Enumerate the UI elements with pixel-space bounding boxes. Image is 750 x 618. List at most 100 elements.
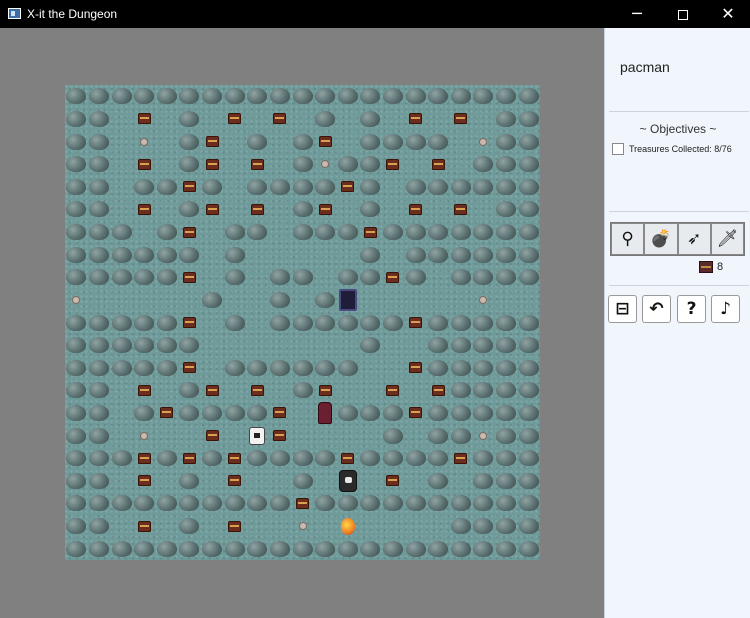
- bow-icon[interactable]: ➶: [677, 223, 711, 255]
- boulder: [518, 450, 539, 467]
- boulder: [360, 404, 381, 421]
- boulder: [428, 133, 449, 150]
- help-button[interactable]: ?: [677, 295, 706, 323]
- treasure-chest: [205, 158, 219, 170]
- boulder: [518, 201, 539, 218]
- boulder: [315, 359, 336, 376]
- key-icon[interactable]: ⚲: [611, 223, 645, 255]
- treasure-chest: [205, 384, 219, 396]
- objectives-title: ~ Objectives ~: [639, 122, 717, 136]
- boulder: [405, 246, 426, 263]
- boulder: [66, 359, 87, 376]
- boulder: [496, 359, 517, 376]
- player-hero: [340, 517, 355, 535]
- boulder: [247, 224, 268, 241]
- boulder: [496, 156, 517, 173]
- boulder: [337, 224, 358, 241]
- boulder: [360, 246, 381, 263]
- treasure-chest: [409, 203, 423, 215]
- maximize-button[interactable]: [660, 0, 706, 28]
- boulder: [66, 382, 87, 399]
- boulder: [315, 450, 336, 467]
- treasure-chest: [160, 407, 174, 419]
- treasure-chest: [228, 452, 242, 464]
- boulder: [405, 133, 426, 150]
- boulder: [269, 540, 290, 557]
- boulder: [156, 246, 177, 263]
- boulder: [111, 314, 132, 331]
- treasure-chest: [250, 203, 264, 215]
- boulder: [518, 269, 539, 286]
- boulder: [428, 450, 449, 467]
- boulder: [247, 88, 268, 105]
- treasure-chest: [137, 158, 151, 170]
- boulder: [518, 178, 539, 195]
- boulder: [473, 382, 494, 399]
- boulder: [360, 540, 381, 557]
- treasure-chest: [318, 384, 332, 396]
- boulder: [88, 156, 109, 173]
- boulder: [405, 224, 426, 241]
- boulder: [473, 156, 494, 173]
- boulder: [473, 518, 494, 535]
- objective-checkbox[interactable]: [612, 143, 624, 155]
- treasure-chest: [341, 181, 355, 193]
- boulder: [66, 495, 87, 512]
- boulder: [66, 404, 87, 421]
- boulder: [315, 314, 336, 331]
- maximize-icon: [678, 9, 688, 20]
- boulder: [382, 404, 403, 421]
- divider: [609, 111, 749, 112]
- sword-icon[interactable]: 🗡: [710, 223, 744, 255]
- undo-button[interactable]: ↶: [642, 295, 671, 323]
- boulder: [134, 178, 155, 195]
- boulder: [428, 540, 449, 557]
- boulder: [496, 382, 517, 399]
- treasure-chest: [409, 317, 423, 328]
- boulder: [88, 246, 109, 263]
- music-button[interactable]: ♪: [711, 295, 740, 323]
- boulder: [179, 404, 200, 421]
- boulder: [337, 359, 358, 376]
- boulder: [496, 450, 517, 467]
- exit-door: [338, 288, 357, 311]
- boulder: [428, 495, 449, 512]
- boulder: [337, 495, 358, 512]
- boulder: [473, 495, 494, 512]
- dungeon-board[interactable]: [65, 85, 540, 560]
- boulder: [88, 337, 109, 354]
- boulder: [224, 314, 245, 331]
- boulder: [247, 359, 268, 376]
- minimize-button[interactable]: ─: [614, 0, 660, 28]
- boulder: [111, 224, 132, 241]
- boulder: [66, 269, 87, 286]
- boulder: [247, 495, 268, 512]
- boulder: [360, 314, 381, 331]
- boulder: [156, 88, 177, 105]
- boulder: [496, 133, 517, 150]
- bomb-icon[interactable]: 💣: [644, 223, 678, 255]
- boulder: [66, 201, 87, 218]
- boulder: [315, 178, 336, 195]
- boulder: [88, 110, 109, 127]
- boulder: [292, 382, 313, 399]
- boulder: [156, 314, 177, 331]
- boulder: [518, 224, 539, 241]
- boulder: [428, 314, 449, 331]
- treasure-chest: [386, 384, 400, 396]
- potion: [479, 137, 488, 146]
- boulder: [473, 472, 494, 489]
- enemy-knight: [318, 401, 333, 424]
- treasure-chest-icon: [699, 261, 713, 273]
- boulder: [382, 450, 403, 467]
- boulder: [156, 269, 177, 286]
- boulder: [156, 224, 177, 241]
- boulder: [202, 291, 223, 308]
- boulder: [496, 178, 517, 195]
- treasure-chest: [318, 203, 332, 215]
- boulder: [518, 404, 539, 421]
- boulder: [405, 178, 426, 195]
- close-button[interactable]: ✕: [705, 0, 750, 28]
- treasure-chest: [228, 520, 242, 532]
- exit-button[interactable]: ⊟: [608, 295, 637, 323]
